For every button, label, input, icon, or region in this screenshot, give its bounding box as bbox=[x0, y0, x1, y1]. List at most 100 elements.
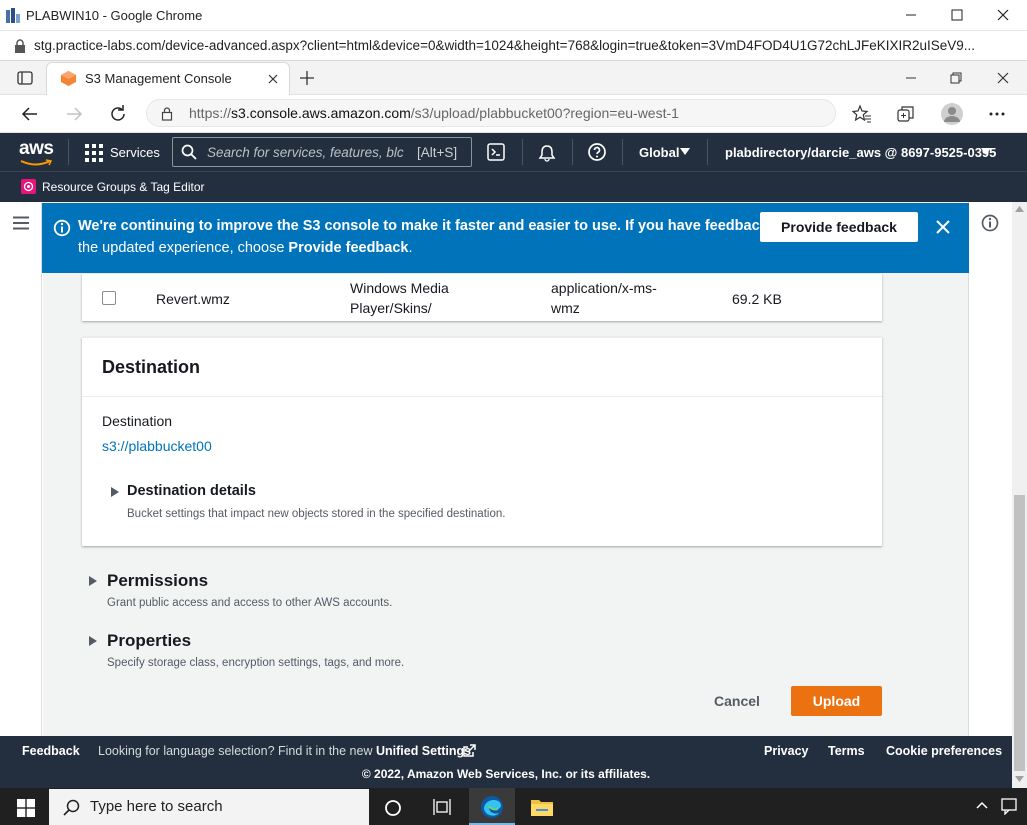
favorite-resource-groups[interactable]: Resource Groups & Tag Editor bbox=[42, 180, 205, 194]
collections-icon[interactable] bbox=[896, 104, 916, 124]
aws-search-input[interactable]: Search for services, features, blc [Alt+… bbox=[172, 137, 472, 167]
account-menu[interactable]: plabdirectory/darcie_aws @ 8697-9525-039… bbox=[725, 145, 996, 160]
profile-avatar[interactable] bbox=[940, 102, 964, 126]
destination-details-desc: Bucket settings that impact new objects … bbox=[127, 508, 506, 520]
permissions-desc: Grant public access and access to other … bbox=[107, 597, 393, 609]
destination-panel: Destination Destination s3://plabbucket0… bbox=[82, 337, 882, 546]
aws-top-nav: aws Services Global plabdirectory/darcie… bbox=[0, 133, 1027, 171]
address-url[interactable]: stg.practice-labs.com/device-advanced.as… bbox=[34, 38, 1024, 53]
action-center-icon[interactable] bbox=[1000, 797, 1020, 815]
scroll-down-arrow-icon[interactable] bbox=[1015, 776, 1024, 782]
taskbar-search-icon bbox=[63, 799, 80, 816]
file-size: 69.2 KB bbox=[732, 291, 782, 307]
scroll-up-arrow-icon[interactable] bbox=[1015, 206, 1024, 212]
properties-caret-icon[interactable] bbox=[88, 635, 98, 647]
back-icon[interactable] bbox=[20, 104, 40, 124]
taskbar-search-box[interactable]: Type here to search bbox=[49, 789, 369, 825]
edge-url-field[interactable]: https://s3.console.aws.amazon.com/s3/upl… bbox=[146, 99, 836, 127]
help-icon[interactable] bbox=[587, 142, 607, 162]
favorites-icon[interactable] bbox=[852, 104, 872, 124]
banner-text-line1: We're continuing to improve the S3 conso… bbox=[78, 218, 790, 234]
destination-details-caret-icon[interactable] bbox=[110, 486, 120, 498]
footer-unified-settings-link[interactable]: Unified Settings bbox=[376, 744, 471, 758]
close-button[interactable] bbox=[988, 4, 1018, 26]
file-folder-line1: Windows Media bbox=[350, 280, 449, 296]
row-checkbox[interactable] bbox=[102, 291, 116, 305]
refresh-icon[interactable] bbox=[107, 103, 129, 125]
banner-close-icon[interactable] bbox=[935, 219, 951, 235]
url-lock-icon bbox=[161, 106, 173, 121]
permissions-caret-icon[interactable] bbox=[88, 575, 98, 587]
footer-lang-text: Looking for language selection? Find it … bbox=[98, 744, 376, 758]
services-grid-icon[interactable] bbox=[85, 144, 103, 162]
notifications-bell-icon[interactable] bbox=[537, 143, 557, 163]
aws-footer: Feedback Looking for language selection?… bbox=[0, 736, 1012, 788]
edge-browser-icon bbox=[480, 795, 504, 819]
file-type-line1: application/x-ms- bbox=[551, 280, 657, 296]
tab-close-icon[interactable] bbox=[265, 71, 281, 87]
chrome-address-bar: stg.practice-labs.com/device-advanced.as… bbox=[0, 31, 1027, 61]
region-caret-icon bbox=[680, 148, 690, 156]
destination-bucket-link[interactable]: s3://plabbucket00 bbox=[102, 438, 212, 454]
aws-favorites-bar: Resource Groups & Tag Editor bbox=[0, 171, 1027, 202]
edge-restore-button[interactable] bbox=[946, 69, 966, 87]
left-nav-rail bbox=[0, 202, 42, 736]
tab-actions-icon[interactable] bbox=[17, 70, 33, 86]
file-explorer-icon[interactable] bbox=[530, 797, 554, 817]
task-view-icon[interactable] bbox=[432, 798, 452, 816]
window-title: PLABWIN10 - Google Chrome bbox=[26, 8, 203, 23]
scrollbar-thumb[interactable] bbox=[1014, 495, 1025, 771]
resource-groups-icon bbox=[21, 179, 36, 194]
tab-title: S3 Management Console bbox=[85, 71, 232, 86]
external-link-icon bbox=[462, 743, 477, 758]
file-type-line2: wmz bbox=[551, 300, 580, 316]
permissions-toggle[interactable]: Permissions bbox=[107, 571, 208, 591]
destination-details-toggle[interactable]: Destination details bbox=[127, 483, 256, 499]
maximize-button[interactable] bbox=[942, 4, 972, 26]
footer-privacy-link[interactable]: Privacy bbox=[764, 744, 808, 758]
hamburger-menu-icon[interactable] bbox=[13, 216, 29, 230]
files-table-panel: Revert.wmz Windows Media Player/Skins/ a… bbox=[82, 273, 882, 321]
destination-heading: Destination bbox=[102, 357, 201, 377]
chrome-title-bar: PLABWIN10 - Google Chrome bbox=[0, 0, 1027, 31]
upload-button[interactable]: Upload bbox=[791, 686, 882, 716]
footer-terms-link[interactable]: Terms bbox=[828, 744, 865, 758]
banner-text-bold: Provide feedback bbox=[288, 240, 409, 256]
banner-text-end: . bbox=[408, 240, 413, 256]
tray-chevron-up-icon[interactable] bbox=[975, 800, 989, 810]
edge-close-button[interactable] bbox=[993, 69, 1013, 87]
destination-label: Destination bbox=[102, 413, 173, 429]
forward-icon[interactable] bbox=[64, 104, 84, 124]
search-icon bbox=[181, 144, 197, 160]
properties-desc: Specify storage class, encryption settin… bbox=[107, 657, 405, 669]
tab-s3-console[interactable]: S3 Management Console bbox=[46, 62, 290, 95]
minimize-button[interactable] bbox=[896, 4, 926, 26]
account-caret-icon bbox=[981, 148, 991, 156]
aws-smile-icon bbox=[20, 159, 52, 167]
footer-copyright: © 2022, Amazon Web Services, Inc. or its… bbox=[361, 767, 651, 781]
search-shortcut: [Alt+S] bbox=[417, 145, 458, 160]
footer-feedback-link[interactable]: Feedback bbox=[22, 744, 80, 758]
file-folder-line2: Player/Skins/ bbox=[350, 300, 432, 316]
url-path: /s3/upload/plabbucket00?region=eu-west-1 bbox=[410, 105, 679, 121]
search-placeholder: Search for services, features, blc bbox=[207, 145, 404, 160]
properties-toggle[interactable]: Properties bbox=[107, 631, 191, 651]
cortana-icon[interactable] bbox=[384, 799, 402, 817]
cloudshell-icon[interactable] bbox=[487, 143, 507, 161]
s3-bucket-icon bbox=[60, 70, 77, 87]
services-menu[interactable]: Services bbox=[110, 145, 160, 160]
info-icon bbox=[53, 219, 71, 237]
cancel-button[interactable]: Cancel bbox=[697, 686, 777, 716]
windows-start-icon[interactable] bbox=[17, 799, 35, 817]
edge-minimize-button[interactable] bbox=[901, 69, 921, 87]
new-tab-icon[interactable] bbox=[298, 69, 316, 87]
lock-icon bbox=[14, 39, 26, 53]
taskbar-edge-button[interactable] bbox=[469, 788, 515, 825]
practice-labs-icon bbox=[6, 8, 20, 23]
footer-cookie-link[interactable]: Cookie preferences bbox=[886, 744, 1002, 758]
info-panel-icon[interactable] bbox=[981, 214, 999, 232]
aws-logo[interactable]: aws bbox=[19, 138, 54, 160]
region-selector[interactable]: Global bbox=[639, 145, 679, 160]
more-options-icon[interactable] bbox=[987, 104, 1007, 124]
provide-feedback-button[interactable]: Provide feedback bbox=[760, 212, 918, 242]
